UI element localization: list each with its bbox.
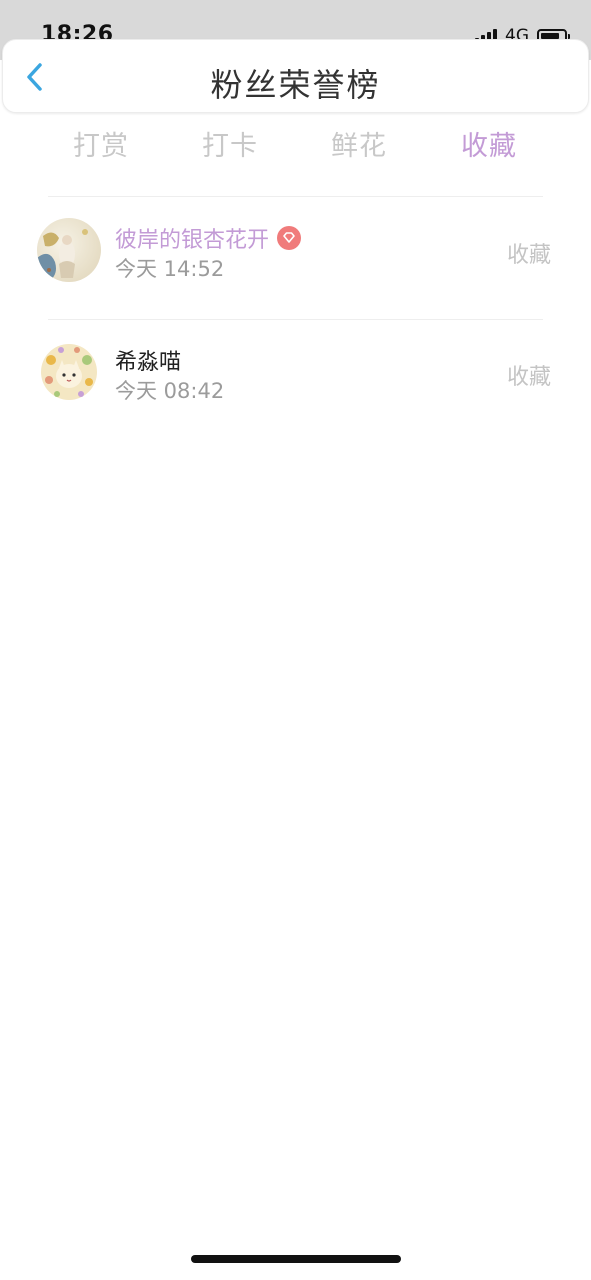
divider: [48, 196, 543, 197]
divider: [48, 319, 543, 320]
list-item-name-row: 希淼喵: [115, 344, 181, 376]
vip-diamond-icon: [277, 226, 302, 250]
list-item-action: 收藏: [506, 365, 551, 390]
list-item[interactable]: 希淼喵 今天 08:42 收藏: [0, 322, 591, 422]
tab-bar: 打赏 打卡 鲜花 收藏: [0, 124, 591, 172]
tab-reward[interactable]: 打赏: [73, 124, 129, 163]
tab-favorites[interactable]: 收藏: [461, 124, 517, 163]
list-item-time: 今天 14:52: [115, 257, 225, 281]
list-item-action: 收藏: [506, 243, 551, 268]
list-item[interactable]: 彼岸的银杏花开 今天 14:52 收藏: [0, 200, 591, 300]
tab-checkin[interactable]: 打卡: [202, 124, 258, 163]
user-name: 希淼喵: [115, 350, 182, 375]
avatar: [37, 340, 101, 404]
page-title: 粉丝荣誉榜: [210, 66, 381, 104]
user-name: 彼岸的银杏花开: [115, 228, 270, 253]
home-indicator[interactable]: [191, 1255, 401, 1263]
list-item-name-row: 彼岸的银杏花开: [115, 222, 302, 254]
avatar: [37, 218, 101, 282]
list-item-time: 今天 08:42: [115, 379, 225, 403]
tab-flowers[interactable]: 鲜花: [331, 124, 387, 163]
nav-header: 粉丝荣誉榜: [2, 39, 589, 113]
